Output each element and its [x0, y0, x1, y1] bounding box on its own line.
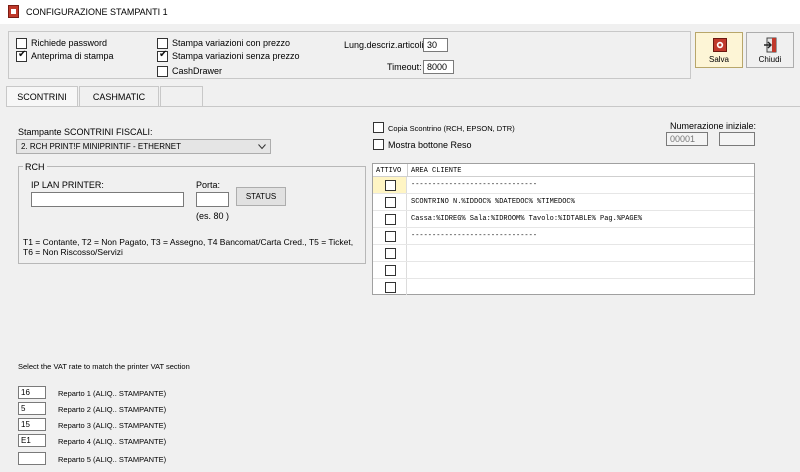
- stampante-select-value: 2. RCH PRINT!F MINIPRINTIF - ETHERNET: [21, 142, 181, 151]
- row-checkbox[interactable]: [385, 180, 396, 191]
- row-checkbox[interactable]: [385, 282, 396, 293]
- table-row[interactable]: ------------------------------: [373, 228, 754, 245]
- row-checkbox-cell: [373, 245, 407, 261]
- richiede-password-checkbox[interactable]: [16, 38, 27, 49]
- timeout-label: Timeout:: [387, 62, 422, 72]
- chiudi-button[interactable]: Chiudi: [746, 32, 794, 68]
- numerazione-label: Numerazione iniziale:: [670, 121, 757, 131]
- rch-group-label: RCH: [23, 162, 47, 172]
- row-checkbox[interactable]: [385, 214, 396, 225]
- stampa-var-con-prezzo-label: Stampa variazioni con prezzo: [172, 38, 291, 48]
- ip-input[interactable]: [31, 192, 184, 207]
- timeout-input[interactable]: [423, 60, 454, 74]
- col-area-header: AREA CLIENTE: [411, 167, 462, 175]
- reparto-4-label: Reparto 4 (ALIQ.. STAMPANTE): [58, 437, 167, 446]
- copia-scontrino-label: Copia Scontrino (RCH, EPSON, DTR): [388, 124, 515, 133]
- exit-icon: [764, 37, 777, 53]
- cashdrawer-checkbox[interactable]: [157, 66, 168, 77]
- porta-input[interactable]: [196, 192, 229, 207]
- table-row[interactable]: ------------------------------: [373, 177, 754, 194]
- reparto-1-label: Reparto 1 (ALIQ.. STAMPANTE): [58, 389, 167, 398]
- anteprima-stampa-label: Anteprima di stampa: [31, 51, 114, 61]
- save-icon: [713, 38, 727, 52]
- table-row[interactable]: Cassa:%IDREG% Sala:%IDROOM% Tavolo:%IDTA…: [373, 211, 754, 228]
- row-checkbox[interactable]: [385, 231, 396, 242]
- tab-cashmatic[interactable]: CASHMATIC: [79, 86, 159, 106]
- row-checkbox[interactable]: [385, 265, 396, 276]
- porta-hint: (es. 80 ): [196, 211, 230, 221]
- reparto-3-input[interactable]: [18, 418, 46, 431]
- reparto-1-input[interactable]: [18, 386, 46, 399]
- title-bar: CONFIGURAZIONE STAMPANTI 1: [0, 0, 800, 24]
- reparto-3-label: Reparto 3 (ALIQ.. STAMPANTE): [58, 421, 167, 430]
- richiede-password-label: Richiede password: [31, 38, 108, 48]
- stampa-var-con-prezzo-checkbox[interactable]: [157, 38, 168, 49]
- printer-app-icon: [8, 5, 19, 18]
- row-text[interactable]: SCONTRINO N.%IDDOC% %DATEDOC% %TIMEDOC%: [411, 198, 575, 206]
- porta-label: Porta:: [196, 180, 221, 190]
- row-checkbox-cell: [373, 211, 407, 227]
- reparto-5-label: Reparto 5 (ALIQ.. STAMPANTE): [58, 455, 167, 464]
- row-checkbox-cell: [373, 262, 407, 278]
- cashdrawer-label: CashDrawer: [172, 66, 223, 76]
- reparto-2-label: Reparto 2 (ALIQ.. STAMPANTE): [58, 405, 167, 414]
- table-row[interactable]: [373, 262, 754, 279]
- lung-descr-input[interactable]: [423, 38, 448, 52]
- header-divider: [407, 164, 408, 177]
- lung-descr-label: Lung.descriz.articoli:: [344, 40, 427, 50]
- stampa-var-senza-prezzo-checkbox[interactable]: [157, 49, 168, 62]
- window-title: CONFIGURAZIONE STAMPANTI 1: [26, 7, 168, 17]
- mostra-reso-label: Mostra bottone Reso: [388, 140, 472, 150]
- stampante-label: Stampante SCONTRINI FISCALI:: [18, 127, 153, 137]
- row-text[interactable]: ------------------------------: [411, 181, 537, 189]
- chevron-down-icon: [258, 144, 266, 150]
- vat-title: Select the VAT rate to match the printer…: [18, 362, 190, 371]
- table-row[interactable]: SCONTRINO N.%IDDOC% %DATEDOC% %TIMEDOC%: [373, 194, 754, 211]
- tab-empty: [160, 86, 203, 106]
- copia-scontrino-checkbox[interactable]: [373, 122, 384, 133]
- row-text[interactable]: Cassa:%IDREG% Sala:%IDROOM% Tavolo:%IDTA…: [411, 215, 642, 223]
- table-row[interactable]: [373, 245, 754, 262]
- row-text[interactable]: ------------------------------: [411, 232, 537, 240]
- status-button[interactable]: STATUS: [236, 187, 286, 206]
- numerazione-input[interactable]: [666, 132, 708, 146]
- mostra-reso-checkbox[interactable]: [373, 139, 384, 150]
- ip-label: IP LAN PRINTER:: [31, 180, 104, 190]
- stampante-select[interactable]: 2. RCH PRINT!F MINIPRINTIF - ETHERNET: [16, 139, 271, 154]
- chiudi-label: Chiudi: [758, 55, 782, 64]
- table-row[interactable]: [373, 279, 754, 296]
- tab-scontrini[interactable]: SCONTRINI: [6, 86, 78, 106]
- salva-label: Salva: [708, 55, 729, 64]
- payment-types-note: T1 = Contante, T2 = Non Pagato, T3 = Ass…: [23, 237, 354, 257]
- anteprima-stampa-checkbox[interactable]: [16, 49, 27, 62]
- numerazione-input-2[interactable]: [719, 132, 755, 146]
- stampa-var-senza-prezzo-label: Stampa variazioni senza prezzo: [172, 51, 300, 61]
- row-checkbox[interactable]: [385, 248, 396, 259]
- reparto-4-input[interactable]: [18, 434, 46, 447]
- reparto-5-input[interactable]: [18, 452, 46, 465]
- reparto-2-input[interactable]: [18, 402, 46, 415]
- row-checkbox-cell: [373, 228, 407, 244]
- row-checkbox[interactable]: [385, 197, 396, 208]
- area-cliente-grid: ATTIVO AREA CLIENTE --------------------…: [372, 163, 755, 295]
- row-checkbox-cell: [373, 279, 407, 295]
- row-checkbox-cell: [373, 177, 407, 193]
- col-attivo-header: ATTIVO: [376, 167, 402, 175]
- row-checkbox-cell: [373, 194, 407, 210]
- salva-button[interactable]: Salva: [695, 32, 743, 68]
- grid-header: ATTIVO AREA CLIENTE: [373, 164, 754, 177]
